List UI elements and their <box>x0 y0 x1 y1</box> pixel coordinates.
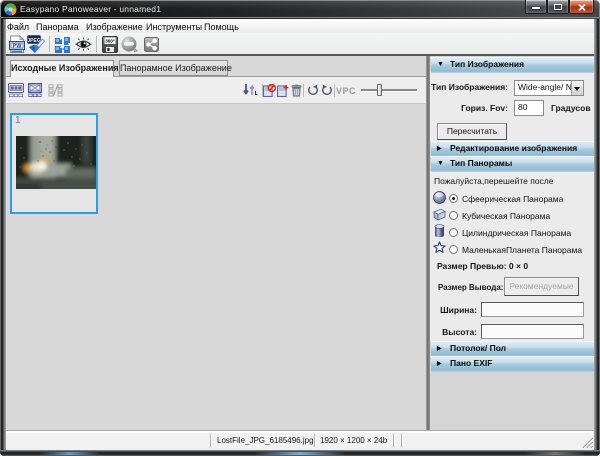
svg-text:PW: PW <box>13 44 23 50</box>
svg-text:360°: 360° <box>105 39 115 44</box>
